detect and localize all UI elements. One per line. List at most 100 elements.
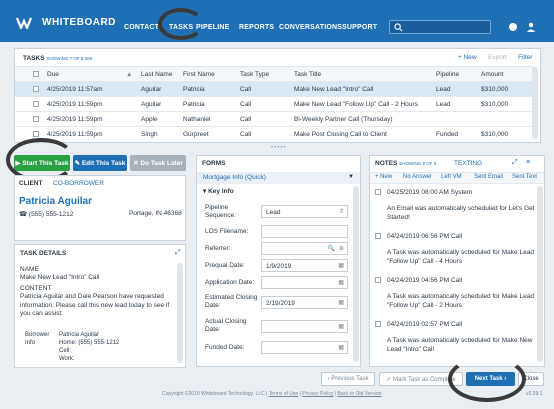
tab-co-borrower[interactable]: CO-BORROWER [53, 180, 104, 187]
prequal-date-input[interactable]: 1/9/2019 ▦ [261, 259, 348, 272]
cell-first-name: Gurpreet [183, 131, 209, 138]
whiteboard-logo-icon[interactable] [16, 17, 38, 29]
borrower-info-label: Borrower Info [25, 332, 50, 346]
expand-icon[interactable]: ⤢ [175, 249, 181, 257]
tasks-scrollbar[interactable] [532, 67, 538, 139]
notes-tab[interactable]: NOTES SHOWING 8 OF 8 [375, 160, 436, 167]
add-icon[interactable]: ⊕ [339, 245, 344, 252]
pipeline-sequence-select[interactable]: Lead ⇕ [261, 205, 348, 218]
left-vm-button[interactable]: Left VM [441, 174, 462, 180]
row-checkbox[interactable] [33, 101, 39, 107]
field-label: Funded Date: [205, 344, 245, 351]
cell-pipeline: Funded [436, 131, 459, 138]
tab-client[interactable]: CLIENT [19, 180, 42, 187]
nav-contact[interactable]: CONTACT [124, 24, 159, 31]
note-item[interactable]: 04/25/2019 08:00 AM System [375, 188, 535, 197]
footer: Copyright ©2019 Whiteboard Technology, L… [162, 391, 382, 397]
referrer-input[interactable]: 🔍 ⊕ [261, 242, 348, 255]
select-all-checkbox[interactable] [33, 71, 39, 77]
client-phone: ☎ (555) 555-1212 [19, 210, 73, 218]
privacy-link[interactable]: Privacy Policy [302, 391, 333, 397]
expand-icon[interactable]: ⤢ [512, 159, 518, 167]
terms-link[interactable]: Terms of Use [269, 391, 298, 397]
notes-count: SHOWING 8 OF 8 [399, 161, 437, 166]
client-name[interactable]: Patricia Aguilar [19, 196, 92, 207]
resize-handle-icon[interactable]: ••••• [271, 145, 287, 151]
calendar-icon[interactable]: ▦ [338, 344, 344, 351]
sent-email-button[interactable]: Sent Email [474, 174, 503, 180]
forms-scrollbar[interactable] [353, 186, 359, 362]
nav-conversations[interactable]: CONVERSATIONS [279, 24, 342, 31]
nav-reports[interactable]: REPORTS [239, 24, 274, 31]
actual-closing-date-input[interactable]: ▦ [261, 320, 348, 333]
cell-last-name: Apple [141, 116, 158, 123]
estimated-closing-date-input[interactable]: 2/19/2019 ▦ [261, 296, 348, 309]
search-input[interactable] [389, 20, 491, 34]
sort-icon[interactable]: ▲ [126, 71, 132, 78]
key-info-label: Key Info [208, 188, 234, 195]
search-icon[interactable]: 🔍 [328, 245, 335, 252]
col-task-type[interactable]: Task Type [240, 71, 269, 78]
col-last-name[interactable]: Last Name [141, 71, 172, 78]
note-item[interactable]: 04/24/2019 06:56 PM Call [375, 232, 535, 241]
table-row[interactable]: 4/25/2019 11:57am Aguilar Patricia Call … [15, 81, 533, 96]
details-scrollbar[interactable] [177, 263, 183, 363]
new-note-button[interactable]: + New [375, 174, 392, 180]
close-icon: ✕ [133, 160, 141, 167]
cell-task-type: Call [240, 86, 252, 93]
notes-scrollbar[interactable] [537, 186, 543, 362]
note-checkbox[interactable] [375, 277, 381, 283]
brand-name[interactable]: WHITEBOARD [42, 17, 116, 28]
new-task-button[interactable]: + New [458, 54, 477, 61]
calendar-icon[interactable]: ▦ [338, 323, 344, 330]
tab-texting[interactable]: TEXTING [454, 160, 482, 167]
application-date-input[interactable]: ▦ [261, 276, 348, 289]
calendar-icon[interactable]: ▦ [338, 262, 344, 269]
notifications-icon[interactable] [508, 22, 518, 32]
col-task-title[interactable]: Task Title [294, 71, 321, 78]
do-later-button[interactable]: ✕ Do Task Later [130, 155, 186, 171]
note-checkbox[interactable] [375, 189, 381, 195]
cell-task-title: Make Post Closing Call to Client [294, 131, 387, 138]
calendar-icon[interactable]: ▦ [338, 279, 344, 286]
los-filename-input[interactable] [261, 225, 348, 238]
note-checkbox[interactable] [375, 321, 381, 327]
cell-amount: $310,000 [481, 101, 509, 108]
col-amount[interactable]: Amount [481, 71, 503, 78]
form-select-dropdown[interactable]: Mortgage Info (Quick) ▼ [197, 172, 360, 184]
edit-task-button[interactable]: ✎ Edit This Task [73, 155, 127, 171]
filter-button[interactable]: Filter [518, 54, 532, 61]
export-button[interactable]: Export [488, 54, 507, 61]
row-checkbox[interactable] [33, 116, 39, 122]
sent-text-button[interactable]: Sent Text [512, 174, 537, 180]
previous-task-button[interactable]: ‹ Previous Task [321, 372, 375, 386]
cell-task-title: Make New Lead "Intro" Call [294, 86, 374, 93]
key-info-section[interactable]: ▾ Key Info [203, 187, 234, 195]
row-checkbox[interactable] [33, 86, 39, 92]
cell-task-type: Call [240, 116, 252, 123]
table-row[interactable]: 4/25/2019 11:59pm Aguilar Patricia Call … [15, 96, 533, 111]
cell-due: 4/25/2019 11:57am [47, 86, 103, 93]
row-checkbox[interactable] [33, 131, 39, 137]
note-header: 04/25/2019 08:00 AM System [387, 189, 473, 196]
user-menu-icon[interactable] [526, 22, 536, 32]
nav-support[interactable]: SUPPORT [342, 24, 377, 31]
note-body: A Task was automatically scheduled for M… [387, 293, 534, 309]
calendar-icon[interactable]: ▦ [338, 299, 344, 306]
old-version-link[interactable]: Back to Old Version [337, 391, 381, 397]
table-row[interactable]: 4/25/2019 11:59pm Singh Gurpreet Call Ma… [15, 126, 533, 141]
funded-date-input[interactable]: ▦ [261, 341, 348, 354]
col-pipeline[interactable]: Pipeline [436, 71, 459, 78]
no-answer-button[interactable]: No Answer [403, 174, 432, 180]
phone-icon: ☎ [19, 211, 29, 218]
note-item[interactable]: 04/24/2019 04:56 PM Call [375, 276, 535, 285]
filter-icon[interactable]: ≡ [526, 159, 530, 166]
note-item[interactable]: 04/24/2019 02:57 PM Call [375, 320, 535, 329]
cell-last-name: Aguilar [141, 86, 162, 93]
col-first-name[interactable]: First Name [183, 71, 215, 78]
note-checkbox[interactable] [375, 233, 381, 239]
borrower-home: Home: (555) 555-1212 [59, 340, 120, 346]
table-row[interactable]: 4/25/2019 11:59pm Apple Nathaniel Call B… [15, 111, 533, 126]
col-due[interactable]: Due [47, 71, 59, 78]
task-details-title: TASK DETAILS [20, 250, 67, 257]
